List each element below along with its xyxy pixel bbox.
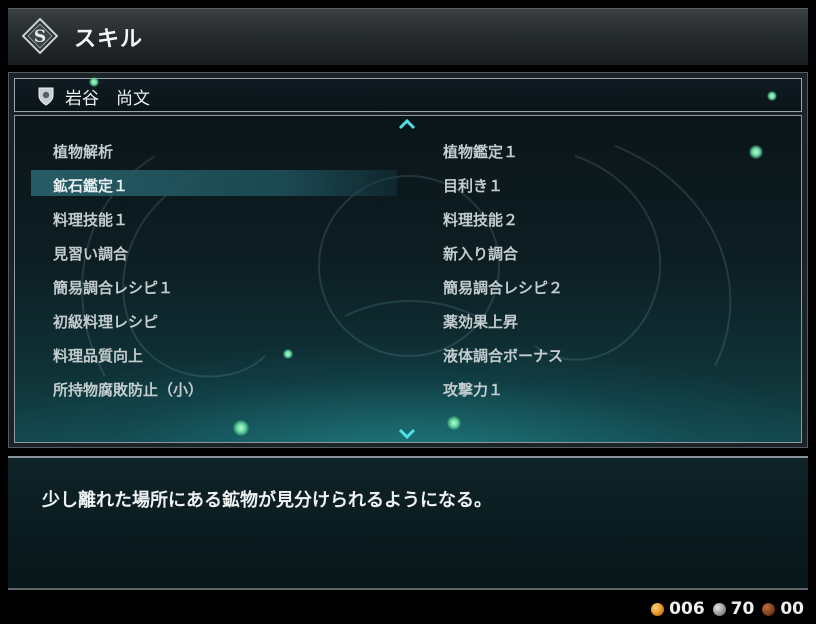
skill-item-selected[interactable]: 鉱石鑑定１	[53, 175, 128, 196]
currency-display: 006 70 00	[651, 598, 808, 620]
skill-emblem-icon: S	[22, 18, 58, 54]
skill-item[interactable]: 目利き１	[443, 175, 503, 196]
particle-light	[233, 420, 249, 436]
skill-item[interactable]: 料理技能１	[53, 209, 128, 230]
skill-item[interactable]: 料理品質向上	[53, 345, 143, 366]
skill-description: 少し離れた場所にある鉱物が見分けられるようになる。	[42, 490, 492, 511]
skill-item[interactable]: 初級料理レシピ	[53, 311, 158, 332]
screen-header: S スキル	[8, 8, 808, 65]
skill-panel: 岩谷 尚文 植物解析 鉱石鑑定１ 料理技能１ 見習い調合 簡易調合レシピ１ 初級…	[8, 72, 808, 448]
gold-coin-icon	[651, 602, 665, 616]
skill-item[interactable]: 簡易調合レシピ２	[443, 277, 563, 298]
skill-item[interactable]: 所持物腐敗防止（小）	[53, 379, 203, 400]
skill-item[interactable]: 料理技能２	[443, 209, 518, 230]
silver-amount: 70	[730, 599, 755, 619]
skill-item[interactable]: 新入り調合	[443, 243, 518, 264]
skill-item[interactable]: 薬効果上昇	[443, 311, 518, 332]
screen-title: スキル	[74, 27, 144, 52]
bronze-coin-icon	[762, 602, 776, 616]
shield-icon	[38, 87, 54, 106]
skill-list[interactable]: 植物解析 鉱石鑑定１ 料理技能１ 見習い調合 簡易調合レシピ１ 初級料理レシピ …	[14, 115, 802, 443]
particle-light	[447, 416, 461, 430]
particle-light	[89, 77, 99, 87]
character-name-bar: 岩谷 尚文	[14, 78, 802, 112]
silver-coin-icon	[712, 602, 726, 616]
skill-item[interactable]: 植物鑑定１	[443, 141, 518, 162]
gold-amount: 006	[669, 599, 705, 619]
particle-light	[283, 349, 293, 359]
svg-text:S: S	[34, 27, 46, 47]
character-name: 岩谷 尚文	[65, 89, 150, 109]
scroll-up-icon[interactable]	[397, 118, 417, 130]
particle-light	[767, 91, 777, 101]
bronze-amount: 00	[780, 599, 804, 619]
skill-item[interactable]: 攻撃力１	[443, 379, 503, 400]
skill-description-panel: 少し離れた場所にある鉱物が見分けられるようになる。	[8, 456, 808, 590]
skill-item[interactable]: 植物解析	[53, 141, 113, 162]
skill-item[interactable]: 見習い調合	[53, 243, 128, 264]
particle-light	[749, 145, 763, 159]
scroll-down-icon[interactable]	[397, 428, 417, 440]
skill-item[interactable]: 簡易調合レシピ１	[53, 277, 173, 298]
skill-item[interactable]: 液体調合ボーナス	[443, 345, 563, 366]
